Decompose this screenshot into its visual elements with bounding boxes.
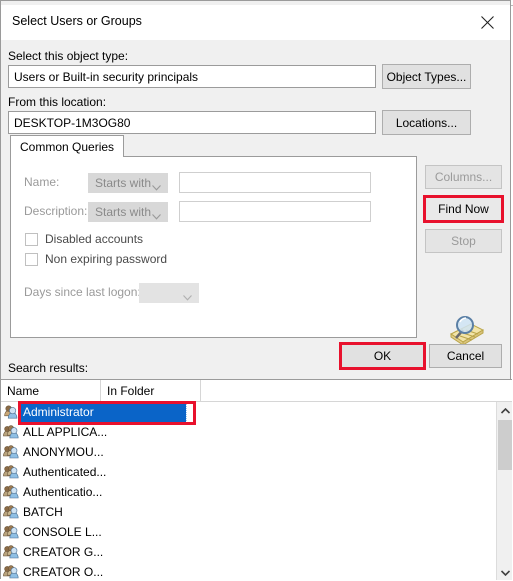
title-bar: Select Users or Groups <box>1 5 510 40</box>
stop-button[interactable]: Stop <box>425 229 502 253</box>
search-results-label: Search results: <box>8 361 89 375</box>
name-operator-value: Starts with <box>95 176 152 190</box>
group-icon <box>3 524 20 540</box>
location-label: From this location: <box>8 95 107 109</box>
name-operator-dropdown[interactable]: Starts with <box>88 173 168 193</box>
chevron-down-icon <box>183 290 192 304</box>
row-name: ALL APPLICA... <box>23 425 108 439</box>
location-field[interactable]: DESKTOP-1M3OG80 <box>8 111 376 134</box>
group-icon <box>3 504 20 520</box>
row-name: CREATOR O... <box>23 565 104 579</box>
days-since-last-logon-dropdown[interactable] <box>139 283 199 303</box>
row-name: Administrator <box>23 405 94 419</box>
find-now-button[interactable]: Find Now <box>425 197 502 221</box>
scrollbar-thumb[interactable] <box>498 420 512 470</box>
chevron-down-icon[interactable] <box>497 564 512 580</box>
table-row[interactable]: ANONYMOU... <box>1 442 496 462</box>
row-name: CONSOLE L... <box>23 525 102 539</box>
column-header-in-folder[interactable]: In Folder <box>101 380 201 401</box>
row-name: BATCH <box>23 505 63 519</box>
user-icon <box>3 404 20 420</box>
chevron-up-icon[interactable] <box>497 402 512 419</box>
object-types-button[interactable]: Object Types... <box>382 64 471 89</box>
group-icon <box>3 564 20 580</box>
group-icon <box>3 444 20 460</box>
description-operator-value: Starts with <box>95 205 152 219</box>
tab-strip: Common Queries <box>10 135 417 157</box>
description-operator-dropdown[interactable]: Starts with <box>88 202 168 222</box>
columns-button[interactable]: Columns... <box>425 165 502 189</box>
name-input[interactable] <box>179 172 371 193</box>
chevron-down-icon <box>152 180 161 194</box>
table-row[interactable]: Authenticated... <box>1 462 496 482</box>
object-type-field[interactable]: Users or Built-in security principals <box>8 65 376 88</box>
chevron-down-icon <box>152 209 161 223</box>
table-row[interactable]: CREATOR O... <box>1 562 496 580</box>
list-header: Name In Folder <box>1 380 512 402</box>
cancel-button[interactable]: Cancel <box>429 344 502 368</box>
row-in-folder: DESKTOP-1M3... <box>197 405 293 419</box>
group-icon <box>3 544 20 560</box>
group-icon <box>3 484 20 500</box>
column-header-name[interactable]: Name <box>1 380 101 401</box>
locations-button[interactable]: Locations... <box>382 110 471 135</box>
table-row[interactable]: BATCH <box>1 502 496 522</box>
table-row[interactable]: CONSOLE L... <box>1 522 496 542</box>
ok-button[interactable]: OK <box>341 344 424 368</box>
table-row[interactable]: CREATOR G... <box>1 542 496 562</box>
name-label: Name: <box>24 175 60 189</box>
results-rows: Administrator DESKTOP-1M3... ALL APPLICA..… <box>1 402 496 580</box>
row-name: ANONYMOU... <box>23 445 104 459</box>
non-expiring-password-label: Non expiring password <box>45 252 168 266</box>
window-title: Select Users or Groups <box>12 14 142 28</box>
row-name: CREATOR G... <box>23 545 104 559</box>
row-name: Authenticatio... <box>23 485 103 499</box>
group-icon <box>3 424 20 440</box>
results-scrollbar[interactable] <box>496 402 512 580</box>
description-label: Description: <box>24 204 88 218</box>
close-icon[interactable] <box>465 5 510 40</box>
row-name: Authenticated... <box>23 465 107 479</box>
search-results-listbox[interactable]: Name In Folder Administrator DESKTOP-1M3.… <box>1 379 512 580</box>
table-row[interactable]: ALL APPLICA... <box>1 422 496 442</box>
table-row-selected[interactable]: Administrator DESKTOP-1M3... <box>1 402 496 423</box>
tab-common-queries[interactable]: Common Queries <box>10 135 125 157</box>
table-row[interactable]: Authenticatio... <box>1 482 496 502</box>
select-users-or-groups-dialog: Select Users or Groups Select this objec… <box>0 0 512 580</box>
days-since-last-logon-label: Days since last logon: <box>24 285 141 299</box>
object-type-label: Select this object type: <box>8 49 129 63</box>
disabled-accounts-label: Disabled accounts <box>45 232 144 246</box>
group-icon <box>3 464 20 480</box>
non-expiring-password-checkbox[interactable] <box>25 253 38 266</box>
description-input[interactable] <box>179 201 371 222</box>
disabled-accounts-checkbox[interactable] <box>25 233 38 246</box>
